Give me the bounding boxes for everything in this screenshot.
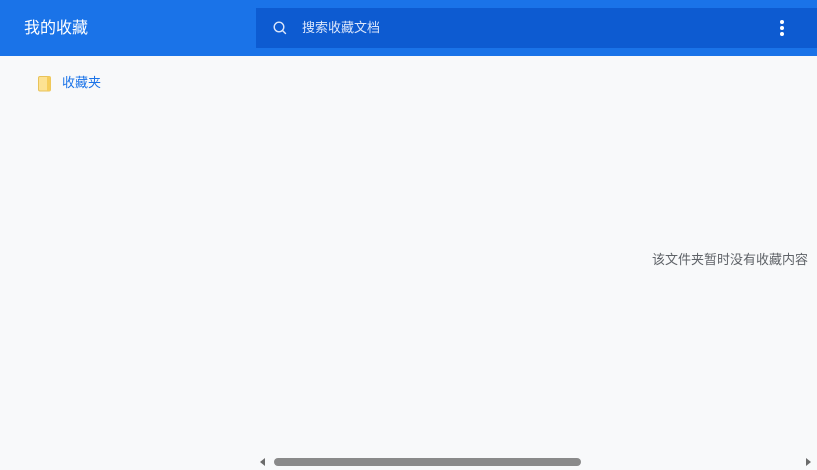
folder-label: 收藏夹 bbox=[62, 76, 102, 91]
search-icon bbox=[272, 20, 288, 36]
scroll-left-arrow-icon[interactable] bbox=[260, 458, 265, 466]
more-vertical-icon bbox=[780, 20, 784, 24]
more-options-button[interactable] bbox=[768, 16, 792, 40]
more-vertical-icon-dot bbox=[780, 32, 784, 36]
folder-icon bbox=[38, 76, 52, 92]
page-title: 我的收藏 bbox=[24, 18, 89, 37]
search-bar[interactable] bbox=[256, 8, 817, 48]
scrollbar-thumb[interactable] bbox=[274, 458, 581, 466]
scroll-right-arrow-icon[interactable] bbox=[806, 458, 811, 466]
more-vertical-icon-dot bbox=[780, 26, 784, 30]
horizontal-scrollbar[interactable] bbox=[256, 454, 817, 470]
app-header: 我的收藏 bbox=[0, 0, 817, 56]
search-input[interactable] bbox=[302, 18, 702, 38]
empty-state-message: 该文件夹暂时没有收藏内容 bbox=[652, 253, 809, 268]
